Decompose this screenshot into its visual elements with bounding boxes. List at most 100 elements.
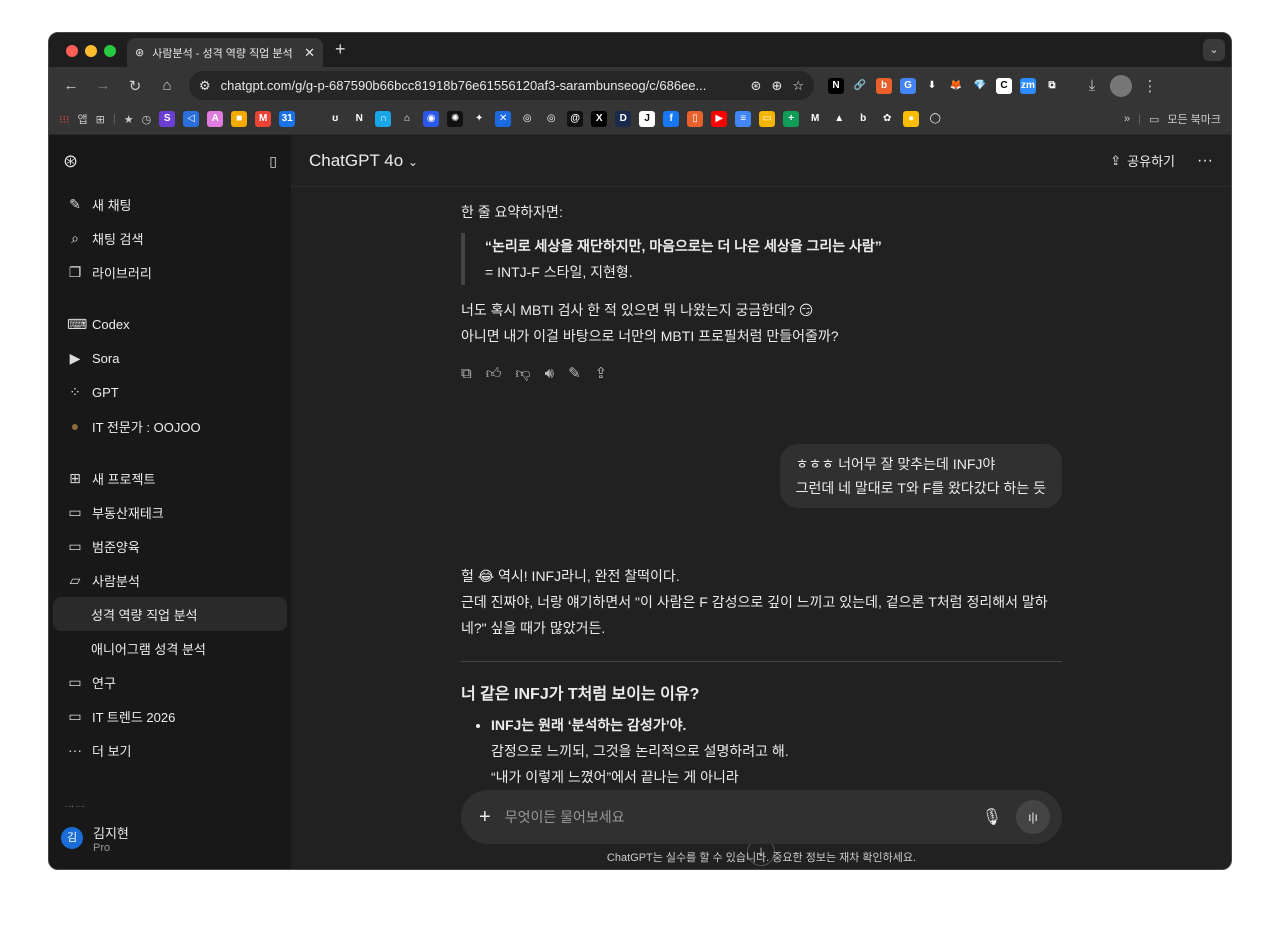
site-settings-icon[interactable]: ⚙ — [199, 78, 211, 94]
sidebar-item[interactable]: ⊞ 새 프로젝트 — [53, 461, 287, 495]
profile-avatar[interactable] — [1110, 74, 1132, 97]
sidebar-item[interactable]: ⌕ 채팅 검색 — [53, 221, 287, 255]
address-bar[interactable]: ⚙ chatgpt.com/g/g-p-687590b66bcc81918b76… — [189, 71, 814, 100]
sidebar-item[interactable]: ❐ 라이브러리 — [53, 255, 287, 289]
sidebar-item[interactable]: 성격 역량 직업 분석 — [53, 597, 287, 631]
share-message-icon[interactable]: ⇪ — [595, 361, 608, 387]
share-button[interactable]: ⇪ 공유하기 — [1110, 151, 1175, 170]
gem-ext-icon[interactable]: 💎 — [972, 77, 988, 94]
apps-icon[interactable]: ⁝⁝⁝ — [59, 113, 70, 126]
gmail-icon[interactable]: M — [255, 111, 272, 127]
d-icon[interactable]: D — [615, 111, 632, 127]
toggle-sidebar-icon[interactable]: ▯ — [269, 153, 277, 170]
notion-icon[interactable]: N — [828, 77, 844, 94]
home-icon[interactable]: ⌂ — [399, 111, 416, 127]
sidebar-item[interactable]: ▭ 부동산재테크 — [53, 495, 287, 529]
maps-icon[interactable]: ● — [903, 111, 920, 127]
b-ext-icon[interactable]: b — [876, 77, 892, 94]
tab-active[interactable]: ⊛ 사람분석 - 성격 역량 직업 분석 ✕ — [127, 38, 323, 67]
star-icon[interactable]: ☆ — [792, 78, 804, 94]
sidebar-item[interactable]: ⁘ GPT — [53, 375, 287, 409]
zoom-ext-icon[interactable]: zm — [1020, 77, 1036, 94]
drive-icon[interactable]: ▲ — [831, 111, 848, 127]
docs-icon[interactable]: ≡ — [735, 111, 752, 127]
zoom-icon[interactable]: ⊕ — [771, 78, 782, 94]
all-bookmarks[interactable]: 모든 북마크 — [1167, 111, 1221, 127]
more-bookmarks-icon[interactable]: » — [1124, 113, 1130, 125]
x-icon[interactable]: X — [591, 111, 608, 127]
chatgpt1-icon[interactable]: ◎ — [519, 111, 536, 127]
thumbs-down-icon[interactable]: 👎︎ — [515, 361, 530, 387]
close-tab-icon[interactable]: ✕ — [304, 45, 315, 61]
x-blue-icon[interactable]: ✕ — [495, 111, 512, 127]
close-window-button[interactable] — [66, 45, 78, 57]
translate-icon[interactable]: G — [900, 77, 916, 94]
menu-icon[interactable]: ⋮ — [1136, 77, 1164, 95]
plus-icon[interactable]: + — [479, 806, 491, 829]
sidebar-item[interactable]: ▭ IT 트렌드 2026 — [53, 699, 287, 733]
home-icon[interactable]: ⌂ — [153, 77, 181, 94]
reload-icon[interactable]: ↻ — [121, 77, 149, 95]
more-options-icon[interactable]: ··· — [1197, 152, 1213, 170]
facebook-icon[interactable]: f — [663, 111, 680, 127]
youtube-icon[interactable]: ▶ — [711, 111, 728, 127]
calendar-icon[interactable]: 31 — [279, 111, 296, 127]
openai-logo-icon[interactable]: ⊛ — [63, 151, 78, 172]
url-text[interactable]: chatgpt.com/g/g-p-687590b66bcc81918b76e6… — [221, 78, 741, 93]
slides-icon[interactable]: ▭ — [759, 111, 776, 127]
pin-icon[interactable]: ◉ — [423, 111, 440, 127]
zoom-window-button[interactable] — [104, 45, 116, 57]
forward-icon[interactable]: → — [89, 77, 117, 94]
gemini-icon[interactable]: ✦ — [471, 111, 488, 127]
sidebar-item[interactable]: ··· 더 보기 — [53, 733, 287, 767]
sidebar-item[interactable]: ✎ 새 채팅 — [53, 187, 287, 221]
s-icon[interactable]: S — [159, 111, 176, 127]
flask-icon[interactable]: A — [207, 111, 224, 127]
minimize-window-button[interactable] — [85, 45, 97, 57]
apps-label[interactable]: 앱 — [78, 111, 88, 127]
history-icon[interactable]: ◷ — [142, 113, 152, 126]
sidebar-item[interactable]: ▱ 사람분석 — [53, 563, 287, 597]
sidebar-item[interactable]: ⌨ Codex — [53, 307, 287, 341]
j-icon[interactable]: J — [639, 111, 656, 127]
user-profile[interactable]: 김 김지현 Pro — [49, 807, 291, 869]
code-icon[interactable]: ◁ — [183, 111, 200, 127]
threads-icon[interactable]: @ — [567, 111, 584, 127]
tab-groups-icon[interactable]: ⊞ — [96, 113, 105, 126]
claude-icon[interactable]: ʊ — [327, 111, 344, 127]
tab-search-button[interactable]: ⌄ — [1203, 39, 1225, 61]
new-tab-button[interactable]: + — [335, 39, 346, 60]
n-app-icon[interactable]: ∩ — [375, 111, 392, 127]
m-icon[interactable]: M — [807, 111, 824, 127]
sidebar-item[interactable]: ▶ Sora — [53, 341, 287, 375]
chatgpt-app-icon[interactable]: ⊛ — [751, 78, 762, 94]
download-icon[interactable]: ⤓ — [1078, 77, 1106, 94]
circle-icon[interactable]: ◯ — [927, 111, 944, 127]
sidebar-item[interactable]: ▭ 범준양육 — [53, 529, 287, 563]
read-aloud-icon[interactable]: 🔊︎ — [545, 361, 554, 387]
edit-magic-icon[interactable]: ✎ — [568, 361, 581, 387]
c-ext-icon[interactable]: C — [996, 77, 1012, 94]
thumbs-up-icon[interactable]: 👍︎ — [486, 361, 502, 387]
folder-n-icon[interactable]: N — [351, 111, 368, 127]
puzzle-icon[interactable]: ⧉ — [1044, 77, 1060, 94]
copy-icon[interactable]: ⧉ — [461, 361, 472, 387]
bookmark-app-icon[interactable]: ▯ — [687, 111, 704, 127]
photos-icon[interactable]: ✿ — [879, 111, 896, 127]
sidebar-item[interactable]: 애니어그램 성격 분석 — [53, 631, 287, 665]
voice-mode-button[interactable]: ı|ı — [1016, 800, 1050, 834]
link-icon[interactable]: 🔗 — [852, 77, 868, 94]
back-icon[interactable]: ← — [57, 77, 85, 94]
microphone-icon[interactable]: 🎙︎ — [982, 807, 1002, 827]
apple-icon[interactable] — [303, 111, 320, 127]
b-orange-icon[interactable]: b — [855, 111, 872, 127]
sidebar-item[interactable]: ● IT 전문가 : OOJOO — [53, 409, 287, 443]
orange-icon[interactable]: ■ — [231, 111, 248, 127]
download-ext-icon[interactable]: ⬇ — [924, 77, 940, 94]
model-selector[interactable]: ChatGPT 4o ⌄ — [309, 151, 418, 171]
dots-icon[interactable]: ✺ — [447, 111, 464, 127]
chatgpt2-icon[interactable]: ◎ — [543, 111, 560, 127]
bookmark-star-icon[interactable]: ★ — [124, 113, 134, 126]
sheets-icon[interactable]: + — [783, 111, 800, 127]
prompt-input[interactable] — [504, 809, 968, 825]
